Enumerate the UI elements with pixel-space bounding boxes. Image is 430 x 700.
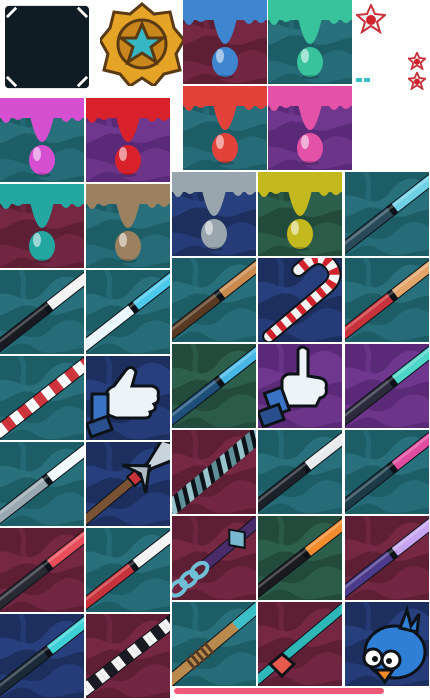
black-stripe-cue-icon: [86, 614, 170, 698]
cyan-white-cue-icon: [86, 270, 170, 354]
black-white-cue-icon: [0, 270, 84, 354]
star-medal-icon: [100, 2, 184, 86]
star-badge-icon: [356, 4, 386, 34]
coral-drip-icon: [183, 86, 267, 170]
red-drip-icon: [86, 98, 170, 182]
wood-cue-icon: [172, 258, 256, 342]
silver-cue-icon: [0, 442, 84, 526]
pink-bar-icon: [174, 688, 384, 694]
lilac-cue-icon: [345, 516, 429, 600]
tiny-marker-icon: [356, 76, 372, 84]
blue-drip-icon: [183, 0, 267, 84]
blue-bird-icon: [345, 602, 429, 686]
dark-frame-icon: [5, 5, 95, 93]
turquoise-cue-icon: [0, 614, 84, 698]
blue-cue-icon: [172, 344, 256, 428]
olive-drip-icon: [258, 172, 342, 256]
rope-cue-icon: [172, 602, 256, 686]
pink-cue-icon: [345, 430, 429, 514]
pointing-hand-icon: [258, 344, 342, 428]
red-white-cue-icon: [86, 528, 170, 612]
magenta-drip-icon: [0, 98, 84, 182]
teal-drip-icon: [0, 184, 84, 268]
candy-cane-cue-icon: [258, 258, 342, 342]
gem-spear-cue-icon: [258, 602, 342, 686]
magenta-dark-cue-icon: [0, 528, 84, 612]
ornate-spear-cue-icon: [86, 442, 170, 526]
teal-purple-cue-icon: [345, 344, 429, 428]
green-drip-icon: [268, 0, 352, 84]
red-stripe-cue-icon: [0, 356, 84, 440]
brown-drip-icon: [86, 184, 170, 268]
grey-drip-icon: [172, 172, 256, 256]
twisted-cue-icon: [172, 430, 256, 514]
thumbs-up-icon: [86, 356, 170, 440]
small-star-icon: [408, 52, 426, 70]
pink-drip-icon: [268, 86, 352, 170]
diamond-cue-icon: [258, 430, 342, 514]
chain-cue-icon: [172, 516, 256, 600]
small-star-icon: [408, 72, 426, 90]
dark-cue-icon: [345, 172, 429, 256]
orange-cue-icon: [258, 516, 342, 600]
red-wood-cue-icon: [345, 258, 429, 342]
